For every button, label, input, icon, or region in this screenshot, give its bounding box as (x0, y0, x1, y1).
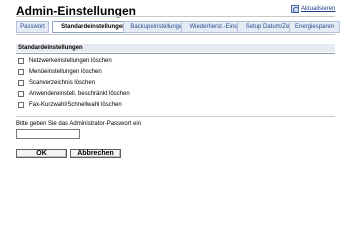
option-menueeinstellungen: Menüeinstellungen löschen (18, 68, 102, 76)
section-header: Standardeinstellungen (16, 44, 335, 52)
option-label: Fax-Kurzwahl/Schnellwahl löschen (29, 102, 122, 108)
checkbox-fax-kurzwahl[interactable] (18, 102, 24, 108)
admin-settings-page: Admin-Einstellungen Aktualisieren Passwo… (0, 0, 350, 248)
header-divider (16, 16, 335, 17)
tabs-divider (16, 34, 335, 35)
cancel-button[interactable]: Abbrechen (70, 149, 121, 158)
checkbox-anwendereinstellungen[interactable] (18, 91, 24, 97)
ok-button[interactable]: OK (16, 149, 67, 158)
refresh-icon (291, 5, 299, 13)
password-input[interactable] (16, 129, 80, 139)
section-divider (16, 116, 335, 117)
checkbox-netzwerkeinstellungen[interactable] (18, 58, 24, 64)
checkbox-scanverzeichnis[interactable] (18, 80, 24, 86)
tab-passwort[interactable]: Passwort (16, 21, 49, 33)
refresh-link[interactable]: Aktualisieren (291, 4, 335, 14)
option-label: Menüeinstellungen löschen (29, 69, 102, 75)
option-label: Anwendereinstell. beschränkt löschen (29, 91, 130, 97)
option-fax-kurzwahl: Fax-Kurzwahl/Schnellwahl löschen (18, 101, 122, 109)
password-label: Bitte geben Sie das Administrator-Passwo… (16, 121, 142, 127)
option-label: Netzwerkeinstellungen löschen (29, 58, 112, 64)
option-scanverzeichnis: Scanverzeichnis löschen (18, 79, 95, 87)
tab-energiesparen[interactable]: Energiesparen (289, 21, 340, 33)
checkbox-menueeinstellungen[interactable] (18, 69, 24, 75)
refresh-label: Aktualisieren (301, 6, 336, 12)
option-anwendereinstellungen: Anwendereinstell. beschränkt löschen (18, 90, 130, 98)
option-label: Scanverzeichnis löschen (29, 80, 96, 86)
section-underline (16, 53, 335, 54)
option-netzwerkeinstellungen: Netzwerkeinstellungen löschen (18, 57, 112, 65)
